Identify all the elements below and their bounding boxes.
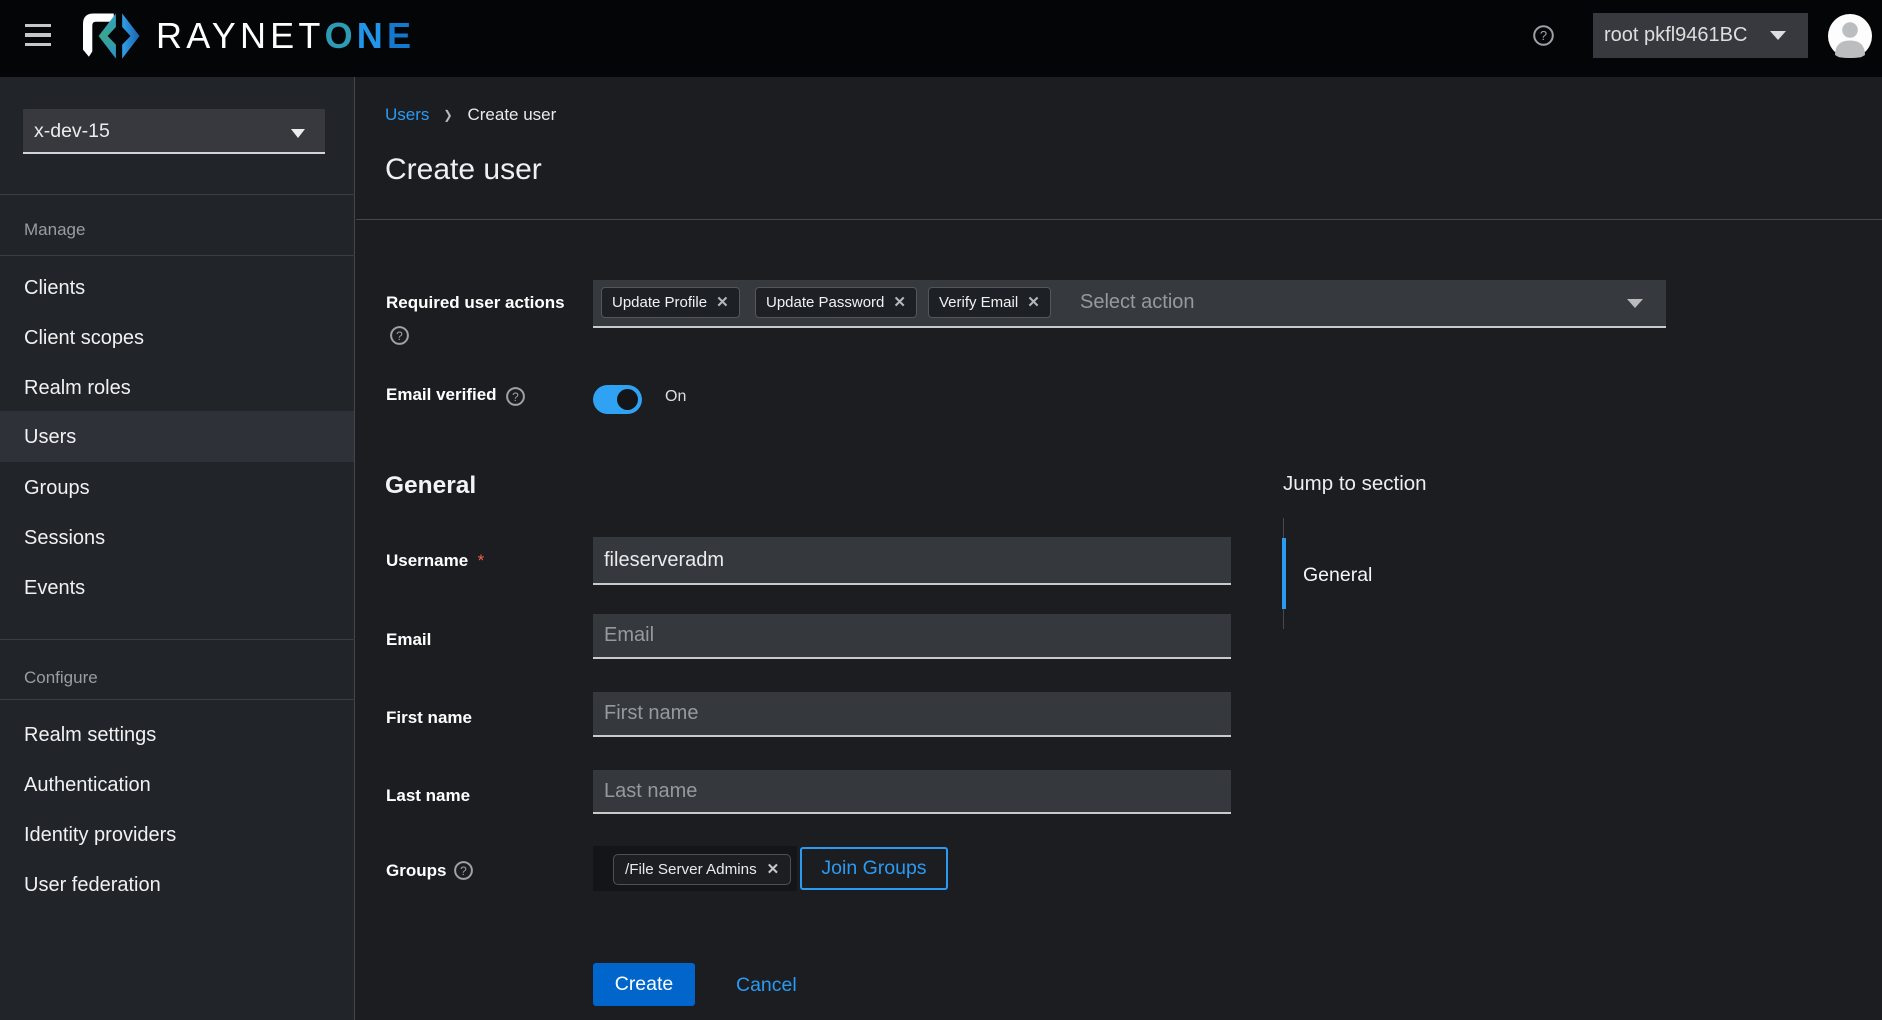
- svg-text:?: ?: [396, 329, 403, 343]
- svg-text:?: ?: [1540, 28, 1547, 43]
- svg-text:?: ?: [460, 864, 467, 878]
- svg-text:?: ?: [512, 390, 519, 404]
